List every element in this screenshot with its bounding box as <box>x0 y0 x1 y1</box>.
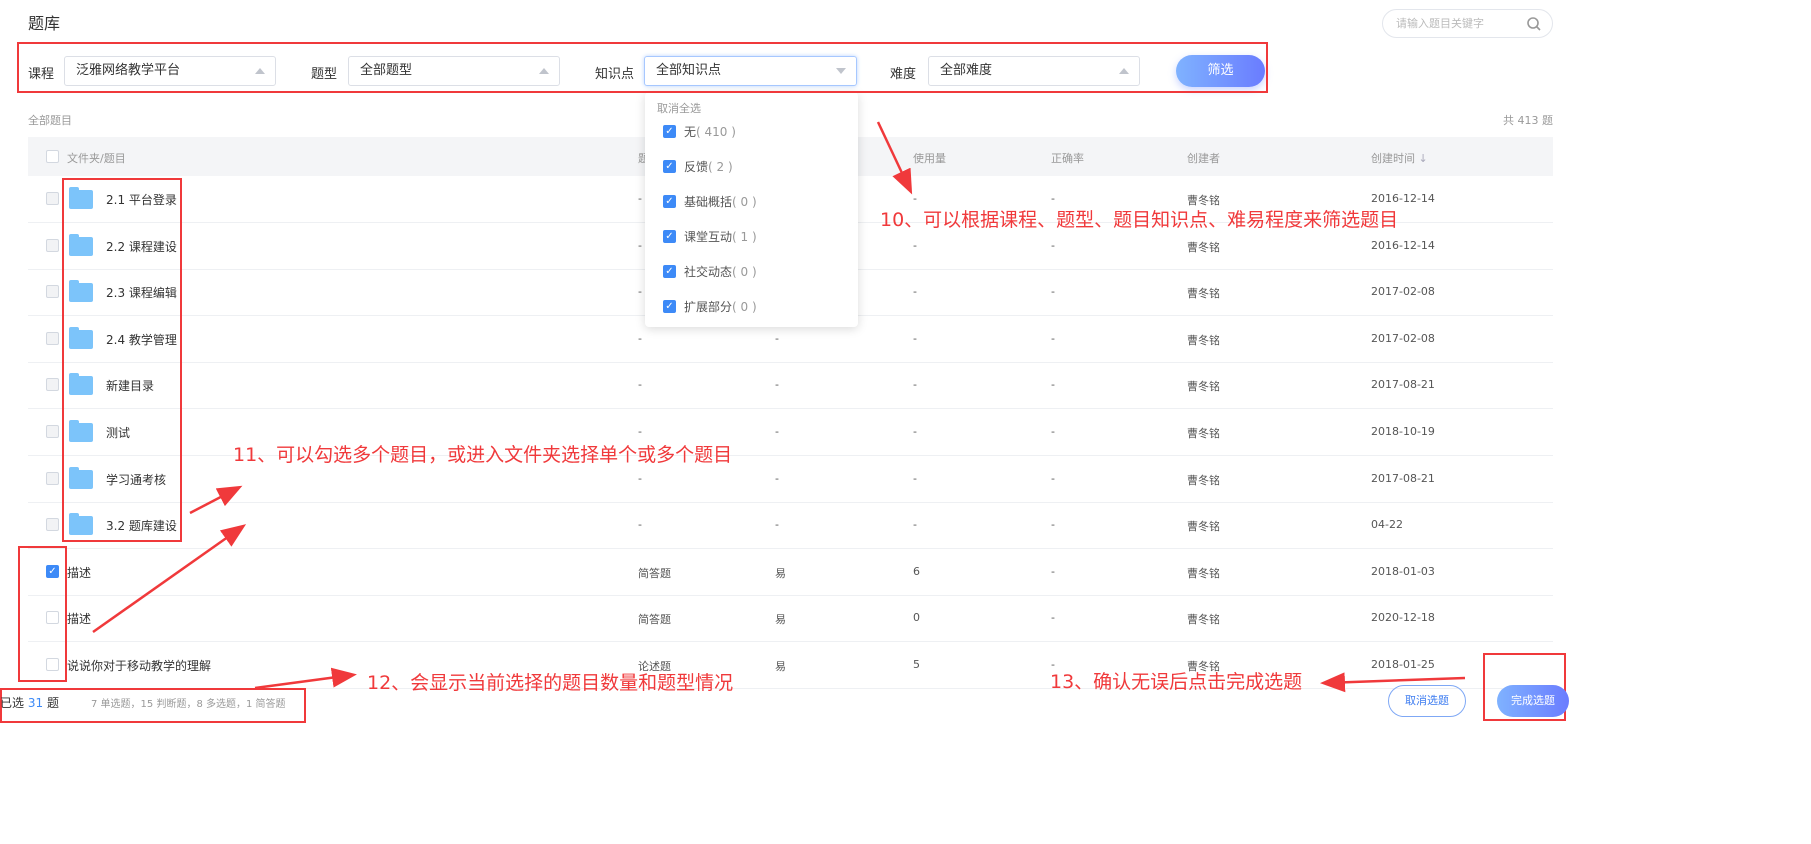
arrow-12 <box>254 667 357 690</box>
arrow-13 <box>1320 672 1466 693</box>
arrow-11a <box>189 485 243 515</box>
annotation-arrows <box>92 121 1466 693</box>
arrow-10 <box>876 121 913 195</box>
arrow-11b <box>92 524 247 634</box>
